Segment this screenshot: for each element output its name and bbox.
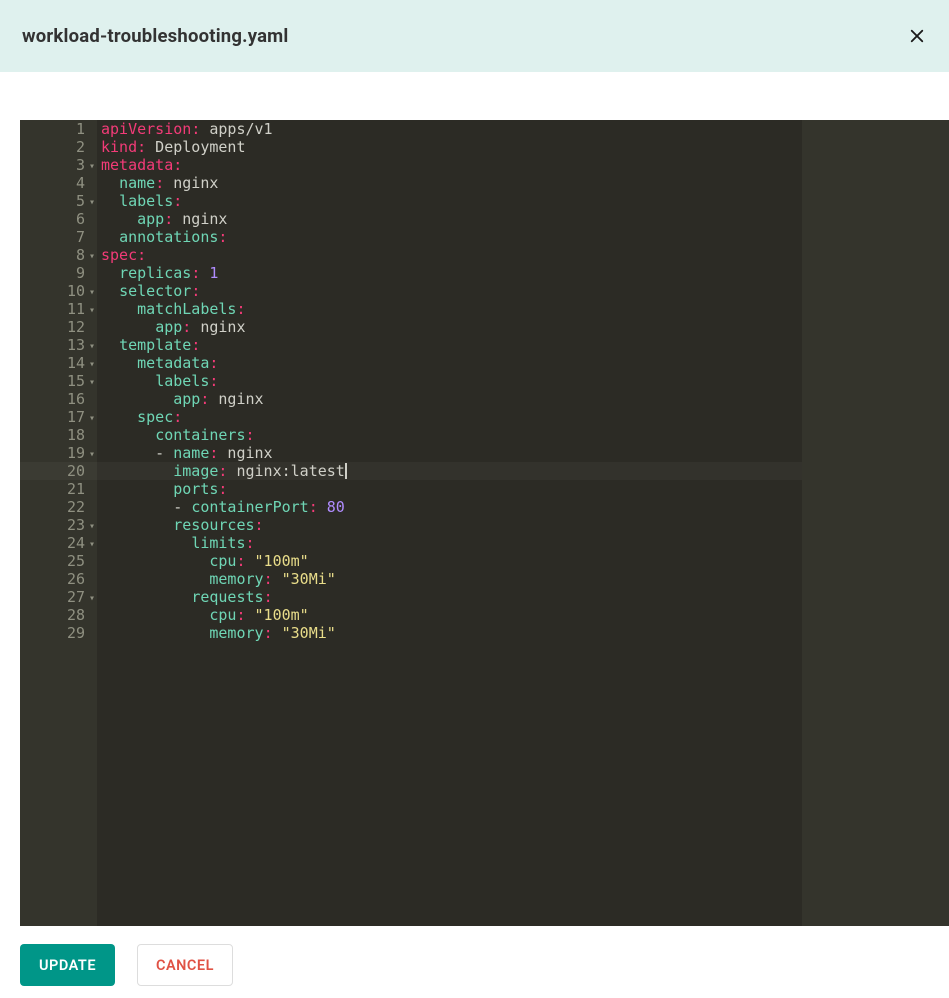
line-number[interactable]: 15▾ (20, 372, 97, 390)
code-line[interactable]: - containerPort: 80 (97, 498, 802, 516)
code-line[interactable]: image: nginx:latest (97, 462, 802, 480)
dialog-title: workload-troubleshooting.yaml (22, 25, 289, 47)
editor-container: 123▾45▾678▾910▾11▾1213▾14▾15▾1617▾1819▾2… (0, 120, 949, 926)
line-number[interactable]: 23▾ (20, 516, 97, 534)
line-number[interactable]: 3▾ (20, 156, 97, 174)
line-number[interactable]: 24▾ (20, 534, 97, 552)
line-number[interactable]: 16 (20, 390, 97, 408)
code-line[interactable]: memory: "30Mi" (97, 624, 802, 642)
code-line[interactable]: spec: (97, 408, 802, 426)
code-area[interactable]: apiVersion: apps/v1kind: Deploymentmetad… (97, 120, 802, 926)
line-number[interactable]: 20 (20, 462, 97, 480)
code-line[interactable]: requests: (97, 588, 802, 606)
line-number[interactable]: 19▾ (20, 444, 97, 462)
code-line[interactable]: limits: (97, 534, 802, 552)
code-line[interactable]: ports: (97, 480, 802, 498)
code-line[interactable]: labels: (97, 192, 802, 210)
yaml-editor[interactable]: 123▾45▾678▾910▾11▾1213▾14▾15▾1617▾1819▾2… (20, 120, 949, 926)
line-number[interactable]: 4 (20, 174, 97, 192)
code-line[interactable]: containers: (97, 426, 802, 444)
code-line[interactable]: apiVersion: apps/v1 (97, 120, 802, 138)
line-number[interactable]: 28 (20, 606, 97, 624)
line-number[interactable]: 18 (20, 426, 97, 444)
line-number[interactable]: 11▾ (20, 300, 97, 318)
line-number[interactable]: 17▾ (20, 408, 97, 426)
code-line[interactable]: cpu: "100m" (97, 606, 802, 624)
line-number[interactable]: 14▾ (20, 354, 97, 372)
code-line[interactable]: resources: (97, 516, 802, 534)
code-line[interactable]: app: nginx (97, 318, 802, 336)
line-number[interactable]: 27▾ (20, 588, 97, 606)
line-number[interactable]: 13▾ (20, 336, 97, 354)
line-number[interactable]: 5▾ (20, 192, 97, 210)
line-number[interactable]: 8▾ (20, 246, 97, 264)
line-number[interactable]: 6 (20, 210, 97, 228)
dialog-buttons: UPDATE CANCEL (0, 926, 949, 986)
line-number[interactable]: 26 (20, 570, 97, 588)
line-number[interactable]: 22 (20, 498, 97, 516)
editor-right-margin (802, 120, 949, 926)
code-line[interactable]: memory: "30Mi" (97, 570, 802, 588)
dialog-header: workload-troubleshooting.yaml (0, 0, 949, 72)
code-line[interactable]: labels: (97, 372, 802, 390)
line-number[interactable]: 21 (20, 480, 97, 498)
code-line[interactable]: - name: nginx (97, 444, 802, 462)
code-line[interactable]: replicas: 1 (97, 264, 802, 282)
line-number[interactable]: 7 (20, 228, 97, 246)
line-number[interactable]: 1 (20, 120, 97, 138)
line-number[interactable]: 10▾ (20, 282, 97, 300)
update-button[interactable]: UPDATE (20, 944, 115, 986)
code-line[interactable]: app: nginx (97, 390, 802, 408)
code-line[interactable]: cpu: "100m" (97, 552, 802, 570)
cancel-button[interactable]: CANCEL (137, 944, 233, 986)
text-cursor (345, 463, 347, 479)
code-line[interactable]: matchLabels: (97, 300, 802, 318)
line-number[interactable]: 2 (20, 138, 97, 156)
code-line[interactable]: template: (97, 336, 802, 354)
code-line[interactable]: spec: (97, 246, 802, 264)
line-number[interactable]: 12 (20, 318, 97, 336)
code-line[interactable]: app: nginx (97, 210, 802, 228)
code-line[interactable]: annotations: (97, 228, 802, 246)
code-line[interactable]: metadata: (97, 156, 802, 174)
line-number[interactable]: 25 (20, 552, 97, 570)
line-number[interactable]: 9 (20, 264, 97, 282)
code-line[interactable]: name: nginx (97, 174, 802, 192)
line-number-gutter[interactable]: 123▾45▾678▾910▾11▾1213▾14▾15▾1617▾1819▾2… (20, 120, 97, 926)
code-line[interactable]: selector: (97, 282, 802, 300)
line-number[interactable]: 29 (20, 624, 97, 642)
code-line[interactable]: metadata: (97, 354, 802, 372)
close-icon[interactable] (907, 26, 927, 46)
code-line[interactable]: kind: Deployment (97, 138, 802, 156)
